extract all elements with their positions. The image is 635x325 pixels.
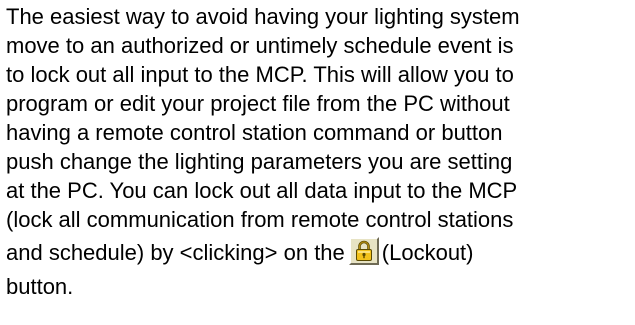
text-line: push change the lighting parameters you … bbox=[6, 149, 513, 174]
padlock-icon bbox=[355, 240, 372, 261]
text-line: to lock out all input to the MCP. This w… bbox=[6, 62, 514, 87]
text-line-with-icon: and schedule) by <clicking> on the (Lock… bbox=[6, 234, 632, 272]
lockout-button[interactable] bbox=[348, 237, 379, 265]
text-line: (lock all communication from remote cont… bbox=[6, 207, 514, 232]
lockout-instructions-paragraph: The easiest way to avoid having your lig… bbox=[6, 2, 632, 301]
text-line: at the PC. You can lock out all data inp… bbox=[6, 178, 518, 203]
text-before-icon: and schedule) by <clicking> on the bbox=[6, 240, 345, 265]
text-after-icon: (Lockout) bbox=[381, 240, 474, 265]
text-line: move to an authorized or untimely schedu… bbox=[6, 33, 514, 58]
text-line: button. bbox=[6, 274, 74, 299]
text-line: having a remote control station command … bbox=[6, 120, 503, 145]
text-line: program or edit your project file from t… bbox=[6, 91, 510, 116]
text-line: The easiest way to avoid having your lig… bbox=[6, 4, 520, 29]
